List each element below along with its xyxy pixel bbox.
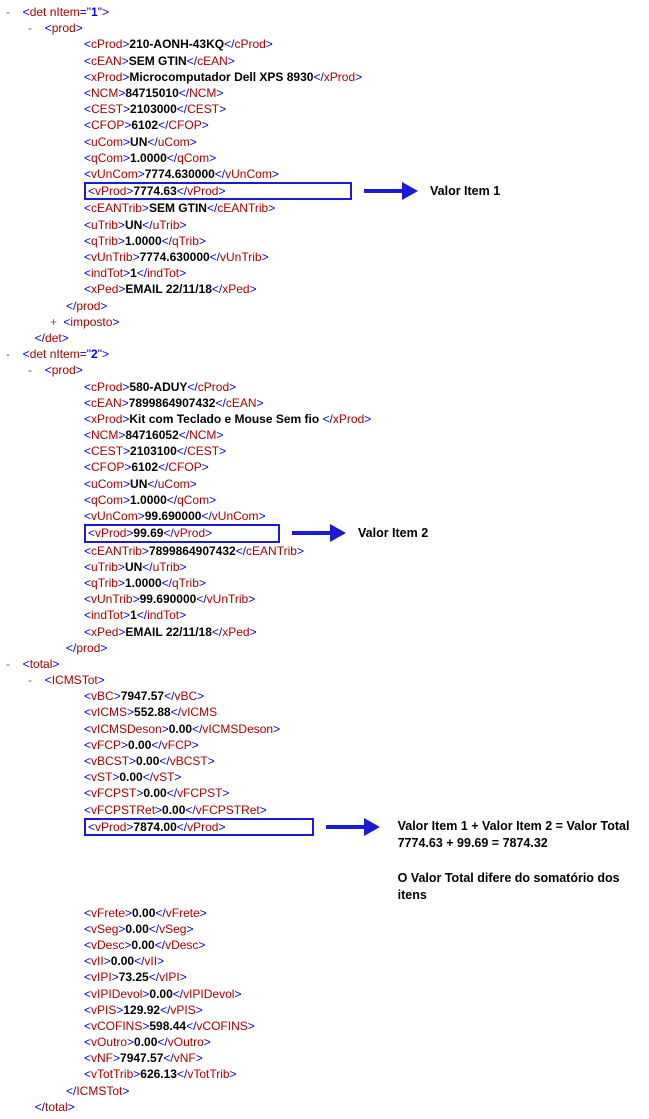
prod2-open: - <prod> xyxy=(28,362,643,378)
xml-node: <vDesc>0.00</vDesc> xyxy=(84,937,643,953)
xml-node: <vIPI>73.25</vIPI> xyxy=(84,969,643,985)
collapse-icon[interactable]: - xyxy=(6,346,16,362)
attr-value: 1 xyxy=(91,5,98,19)
annotation: Valor Item 1 xyxy=(430,183,500,200)
annotation: O Valor Total difere do somatório dos it… xyxy=(398,871,620,903)
xml-node: <vIPIDevol>0.00</vIPIDevol> xyxy=(84,986,643,1002)
xml-node: <vFCP>0.00</vFCP> xyxy=(84,737,643,753)
attr-name: nItem xyxy=(50,5,80,19)
xml-node: <cEANTrib>SEM GTIN</cEANTrib> xyxy=(84,200,643,216)
xml-node: <vST>0.00</vST> xyxy=(84,769,643,785)
annotation-block: Valor Item 1 + Valor Item 2 = Valor Tota… xyxy=(398,818,643,905)
icmstot-open: - <ICMSTot> xyxy=(28,672,643,688)
annotation: 7774.63 + 99.69 = 7874.32 xyxy=(398,836,548,850)
xml-node: <CFOP>6102</CFOP> xyxy=(84,459,643,475)
expand-icon[interactable]: + xyxy=(50,314,60,330)
annotation: Valor Item 2 xyxy=(358,525,428,542)
xml-node: <vUnTrib>99.690000</vUnTrib> xyxy=(84,591,643,607)
collapse-icon[interactable]: - xyxy=(28,362,38,378)
xml-node: <cProd>210-AONH-43KQ</cProd> xyxy=(84,36,643,52)
collapse-icon[interactable]: - xyxy=(28,672,38,688)
xml-node: <vSeg>0.00</vSeg> xyxy=(84,921,643,937)
det2-open: - <det nItem="2"> xyxy=(6,346,643,362)
xml-node: <vICMSDeson>0.00</vICMSDeson> xyxy=(84,721,643,737)
xml-node: <CEST>2103000</CEST> xyxy=(84,101,643,117)
collapse-icon[interactable]: - xyxy=(28,20,38,36)
xml-node: <uCom>UN</uCom> xyxy=(84,134,643,150)
xml-node: <indTot>1</indTot> xyxy=(84,607,643,623)
xml-node: <vFCPSTRet>0.00</vFCPSTRet> xyxy=(84,802,643,818)
vprod2-row: <vProd>99.69</vProd> Valor Item 2 xyxy=(84,524,643,542)
attr-name: nItem xyxy=(50,347,80,361)
xml-node: <uCom>UN</uCom> xyxy=(84,476,643,492)
imposto-collapsed: + <imposto> xyxy=(50,314,643,330)
arrow-icon xyxy=(326,818,380,836)
xml-node: <vTotTrib>626.13</vTotTrib> xyxy=(84,1066,643,1082)
xml-node: <qCom>1.0000</qCom> xyxy=(84,150,643,166)
xml-node: <vBCST>0.00</vBCST> xyxy=(84,753,643,769)
xml-node: <vBC>7947.57</vBC> xyxy=(84,688,643,704)
prod2-close: </prod> xyxy=(66,640,643,656)
prod1-open: - <prod> xyxy=(28,20,643,36)
xml-node: <CFOP>6102</CFOP> xyxy=(84,117,643,133)
xml-node: <uTrib>UN</uTrib> xyxy=(84,217,643,233)
icmstot-close: </ICMSTot> xyxy=(66,1083,643,1099)
highlight-box: <vProd>7774.63</vProd> xyxy=(84,182,352,200)
arrow-icon xyxy=(364,182,418,200)
xml-node: <vUnCom>7774.630000</vUnCom> xyxy=(84,166,643,182)
xml-node: <qTrib>1.0000</qTrib> xyxy=(84,233,643,249)
xml-node: <indTot>1</indTot> xyxy=(84,265,643,281)
xml-node: <cEAN>SEM GTIN</cEAN> xyxy=(84,53,643,69)
xml-node: <vUnTrib>7774.630000</vUnTrib> xyxy=(84,249,643,265)
xml-node: <vFCPST>0.00</vFCPST> xyxy=(84,785,643,801)
vprod1-row: <vProd>7774.63</vProd> Valor Item 1 xyxy=(84,182,643,200)
xml-node: <cProd>580-ADUY</cProd> xyxy=(84,379,643,395)
xml-node: <vII>0.00</vII> xyxy=(84,953,643,969)
xml-node: <xProd>Microcomputador Dell XPS 8930</xP… xyxy=(84,69,643,85)
xml-node: <vOutro>0.00</vOutro> xyxy=(84,1034,643,1050)
collapse-icon[interactable]: - xyxy=(6,4,16,20)
xml-node: <xProd>Kit com Teclado e Mouse Sem fio <… xyxy=(84,411,643,427)
xml-node: <vICMS>552.88</vICMS xyxy=(84,704,643,720)
total-open: - <total> xyxy=(6,656,643,672)
xml-node: <xPed>EMAIL 22/11/18</xPed> xyxy=(84,624,643,640)
arrow-icon xyxy=(292,524,346,542)
xml-node: <vFrete>0.00</vFrete> xyxy=(84,905,643,921)
xml-node: <vUnCom>99.690000</vUnCom> xyxy=(84,508,643,524)
annotation: Valor Item 1 + Valor Item 2 = Valor Tota… xyxy=(398,819,630,833)
total-close: </total> xyxy=(28,1099,643,1115)
xml-node: <qTrib>1.0000</qTrib> xyxy=(84,575,643,591)
highlight-box: <vProd>7874.00</vProd> xyxy=(84,818,314,836)
xml-node: <vPIS>129.92</vPIS> xyxy=(84,1002,643,1018)
xml-node: <NCM>84716052</NCM> xyxy=(84,427,643,443)
xml-node: <CEST>2103100</CEST> xyxy=(84,443,643,459)
xml-node: <cEAN>7899864907432</cEAN> xyxy=(84,395,643,411)
det1-open: - <det nItem="1"> xyxy=(6,4,643,20)
highlight-box: <vProd>99.69</vProd> xyxy=(84,524,280,542)
xml-node: <NCM>84715010</NCM> xyxy=(84,85,643,101)
det1-close: </det> xyxy=(28,330,643,346)
vprod-total-row: <vProd>7874.00</vProd> Valor Item 1 + Va… xyxy=(84,818,643,905)
xml-node: <vCOFINS>598.44</vCOFINS> xyxy=(84,1018,643,1034)
xml-node: <vNF>7947.57</vNF> xyxy=(84,1050,643,1066)
xml-node: <cEANTrib>7899864907432</cEANTrib> xyxy=(84,543,643,559)
collapse-icon[interactable]: - xyxy=(6,656,16,672)
xml-node: <uTrib>UN</uTrib> xyxy=(84,559,643,575)
prod1-close: </prod> xyxy=(66,298,643,314)
xml-node: <xPed>EMAIL 22/11/18</xPed> xyxy=(84,281,643,297)
attr-value: 2 xyxy=(91,347,98,361)
xml-node: <qCom>1.0000</qCom> xyxy=(84,492,643,508)
